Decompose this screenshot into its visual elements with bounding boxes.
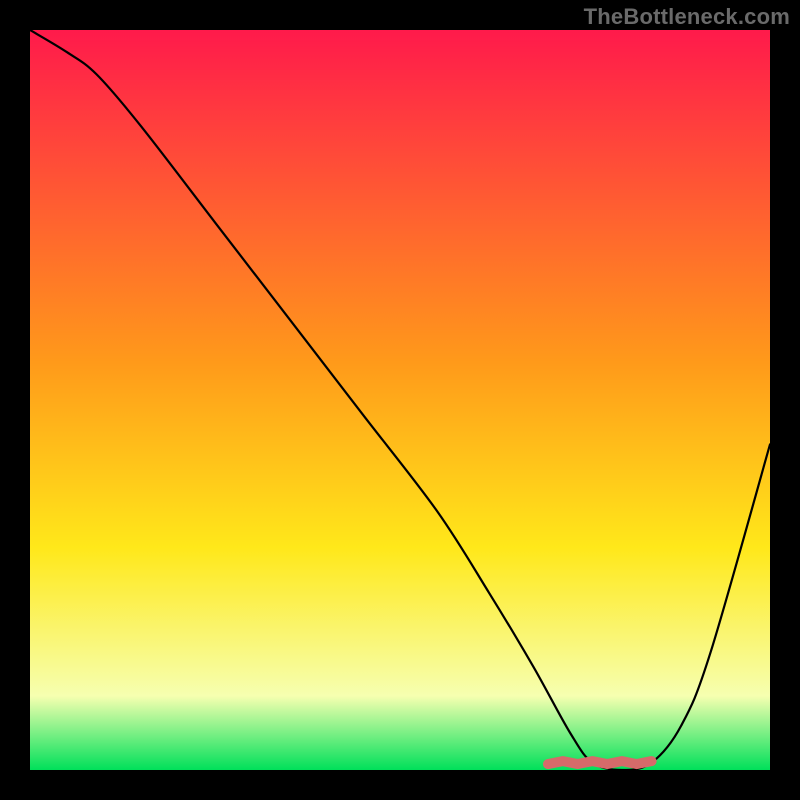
watermark-text: TheBottleneck.com [584, 4, 790, 30]
chart-frame: TheBottleneck.com [0, 0, 800, 800]
bottleneck-chart [30, 30, 770, 770]
gradient-background [30, 30, 770, 770]
optimal-zone-marker [548, 761, 652, 764]
